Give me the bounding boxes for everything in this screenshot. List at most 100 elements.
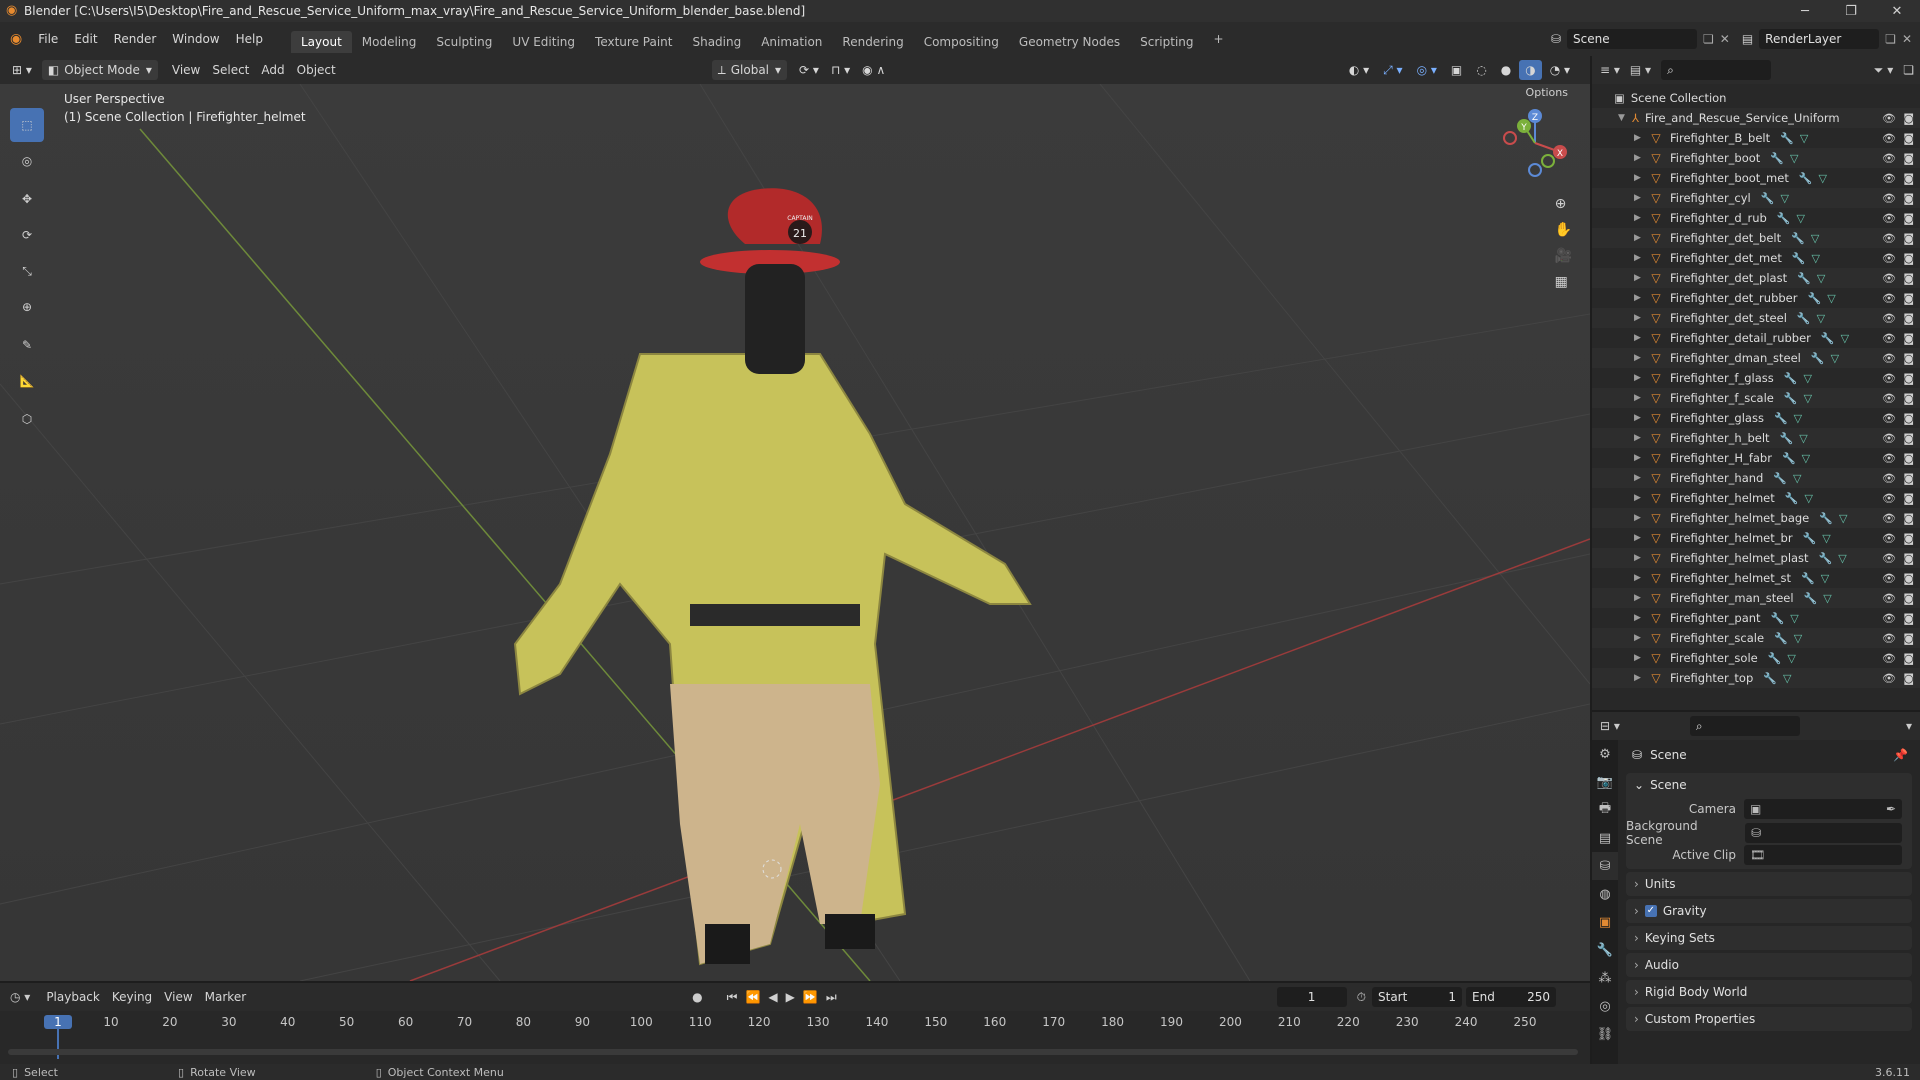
modifier-icon[interactable]: 🔧 (1797, 272, 1811, 285)
camera-icon[interactable]: ◙ (1903, 392, 1914, 405)
expand-icon[interactable]: ▶ (1634, 673, 1644, 683)
camera-icon[interactable]: ◙ (1903, 612, 1914, 625)
outliner-object-row[interactable]: ▶ ▽ Firefighter_top 🔧 ▽ 👁 ◙ (1592, 668, 1920, 688)
camera-icon[interactable]: ◙ (1903, 352, 1914, 365)
outliner-object-row[interactable]: ▶ ▽ Firefighter_f_scale 🔧 ▽ 👁 ◙ (1592, 388, 1920, 408)
expand-icon[interactable]: ▶ (1634, 233, 1644, 243)
eye-icon[interactable]: 👁 (1882, 572, 1896, 585)
filter-icon[interactable]: ⏷ ▾ (1874, 63, 1893, 78)
outliner-object-row[interactable]: ▶ ▽ Firefighter_scale 🔧 ▽ 👁 ◙ (1592, 628, 1920, 648)
camera-icon[interactable]: ◙ (1903, 432, 1914, 445)
camera-view-icon[interactable]: 🎥 (1555, 248, 1572, 264)
new-view-layer-icon[interactable]: ❏ (1885, 32, 1896, 46)
menu-window[interactable]: Window (164, 32, 227, 46)
eye-icon[interactable]: 👁 (1882, 312, 1896, 325)
eye-icon[interactable]: 👁 (1882, 352, 1896, 365)
outliner-object-row[interactable]: ▶ ▽ Firefighter_helmet 🔧 ▽ 👁 ◙ (1592, 488, 1920, 508)
expand-icon[interactable]: ▶ (1634, 593, 1644, 603)
outliner-object-row[interactable]: ▶ ▽ Firefighter_helmet_plast 🔧 ▽ 👁 ◙ (1592, 548, 1920, 568)
tab-geometry-nodes[interactable]: Geometry Nodes (1009, 31, 1130, 53)
tab-sculpting[interactable]: Sculpting (426, 31, 502, 53)
viewport-menu-add[interactable]: Add (255, 60, 290, 80)
mesh-data-icon[interactable]: ▽ (1841, 332, 1849, 345)
add-cube-tool[interactable]: ⬡ (10, 402, 44, 436)
tab-scripting[interactable]: Scripting (1130, 31, 1203, 53)
modifier-icon[interactable]: 🔧 (1819, 512, 1833, 525)
editor-type-icon[interactable]: ⊞ ▾ (6, 60, 38, 80)
camera-icon[interactable]: ◙ (1903, 272, 1914, 285)
eye-icon[interactable]: 👁 (1882, 112, 1896, 125)
maximize-button[interactable]: ❐ (1828, 0, 1874, 22)
modifier-icon[interactable]: 🔧 (1782, 452, 1796, 465)
chevron-down-icon[interactable]: ▾ (1906, 719, 1912, 733)
timeline-scrollbar[interactable] (8, 1049, 1578, 1055)
mesh-data-icon[interactable]: ▽ (1804, 492, 1812, 505)
mode-selector[interactable]: ◧ Object Mode ▾ (41, 60, 158, 80)
overlay-icon[interactable]: ◎ ▾ (1411, 60, 1443, 80)
outliner-object-row[interactable]: ▶ ▽ Firefighter_glass 🔧 ▽ 👁 ◙ (1592, 408, 1920, 428)
eye-icon[interactable]: 👁 (1882, 212, 1896, 225)
expand-icon[interactable]: ▶ (1634, 293, 1644, 303)
pin-icon[interactable]: 📌 (1893, 748, 1908, 762)
eye-icon[interactable]: 👁 (1882, 292, 1896, 305)
proportional-edit-icon[interactable]: ◉ ∧ (856, 60, 891, 80)
snap-icon[interactable]: ⊓ ▾ (825, 60, 856, 80)
mesh-data-icon[interactable]: ▽ (1783, 672, 1791, 685)
camera-field[interactable]: ▣ ✒ (1744, 799, 1902, 819)
expand-icon[interactable]: ▶ (1634, 513, 1644, 523)
annotate-tool[interactable]: ✎ (10, 328, 44, 362)
rendered-shading-icon[interactable]: ◔ ▾ (1544, 60, 1576, 80)
scene-selector[interactable]: Scene (1567, 29, 1697, 49)
camera-icon[interactable]: ◙ (1903, 592, 1914, 605)
modifier-icon[interactable]: 🔧 (1801, 572, 1815, 585)
expand-icon[interactable]: ▶ (1634, 533, 1644, 543)
expand-icon[interactable]: ▶ (1634, 213, 1644, 223)
collection-row[interactable]: ▼ ⅄ Fire_and_Rescue_Service_Uniform 👁 ◙ (1592, 108, 1920, 128)
eye-icon[interactable]: 👁 (1882, 252, 1896, 265)
expand-icon[interactable]: ▶ (1634, 333, 1644, 343)
mesh-data-icon[interactable]: ▽ (1822, 532, 1830, 545)
camera-icon[interactable]: ◙ (1903, 672, 1914, 685)
modifier-icon[interactable]: 🔧 (1803, 532, 1817, 545)
material-shading-icon[interactable]: ◑ (1519, 60, 1542, 80)
mesh-data-icon[interactable]: ▽ (1803, 372, 1811, 385)
mesh-data-icon[interactable]: ▽ (1817, 312, 1825, 325)
eye-icon[interactable]: 👁 (1882, 492, 1896, 505)
outliner-object-row[interactable]: ▶ ▽ Firefighter_man_steel 🔧 ▽ 👁 ◙ (1592, 588, 1920, 608)
outliner-object-row[interactable]: ▶ ▽ Firefighter_det_steel 🔧 ▽ 👁 ◙ (1592, 308, 1920, 328)
camera-icon[interactable]: ◙ (1903, 652, 1914, 665)
eye-icon[interactable]: 👁 (1882, 432, 1896, 445)
eye-icon[interactable]: 👁 (1882, 472, 1896, 485)
measure-tool[interactable]: 📐 (10, 364, 44, 398)
modifier-icon[interactable]: 🔧 (1807, 292, 1821, 305)
expand-icon[interactable]: ▶ (1634, 353, 1644, 363)
camera-icon[interactable]: ◙ (1903, 472, 1914, 485)
gizmo-icon[interactable]: ⤢ ▾ (1377, 60, 1408, 80)
outliner-object-row[interactable]: ▶ ▽ Firefighter_hand 🔧 ▽ 👁 ◙ (1592, 468, 1920, 488)
expand-icon[interactable]: ▶ (1634, 173, 1644, 183)
modifier-icon[interactable]: 🔧 (1770, 152, 1784, 165)
tab-rendering[interactable]: Rendering (832, 31, 913, 53)
expand-icon[interactable]: ▶ (1634, 133, 1644, 143)
camera-icon[interactable]: ◙ (1903, 332, 1914, 345)
expand-icon[interactable]: ▼ (1618, 113, 1628, 123)
select-box-tool[interactable]: ⬚ (10, 108, 44, 142)
mesh-data-icon[interactable]: ▽ (1800, 132, 1808, 145)
camera-icon[interactable]: ◙ (1903, 632, 1914, 645)
expand-icon[interactable]: ▶ (1634, 393, 1644, 403)
minimize-button[interactable]: ─ (1782, 0, 1828, 22)
eye-icon[interactable]: 👁 (1882, 532, 1896, 545)
mesh-data-icon[interactable]: ▽ (1812, 252, 1820, 265)
modifier-icon[interactable]: 🔧 (1792, 252, 1806, 265)
expand-icon[interactable]: ▶ (1634, 553, 1644, 563)
expand-icon[interactable]: ▶ (1634, 493, 1644, 503)
camera-icon[interactable]: ◙ (1903, 192, 1914, 205)
cursor-tool[interactable]: ◎ (10, 144, 44, 178)
outliner-object-row[interactable]: ▶ ▽ Firefighter_d_rub 🔧 ▽ 👁 ◙ (1592, 208, 1920, 228)
move-tool[interactable]: ✥ (10, 182, 44, 216)
zoom-icon[interactable]: ⊕ (1555, 196, 1572, 212)
tab-layout[interactable]: Layout (290, 31, 352, 53)
outliner-object-row[interactable]: ▶ ▽ Firefighter_det_met 🔧 ▽ 👁 ◙ (1592, 248, 1920, 268)
camera-icon[interactable]: ◙ (1903, 292, 1914, 305)
gravity-checkbox[interactable]: ✓ (1644, 905, 1657, 917)
